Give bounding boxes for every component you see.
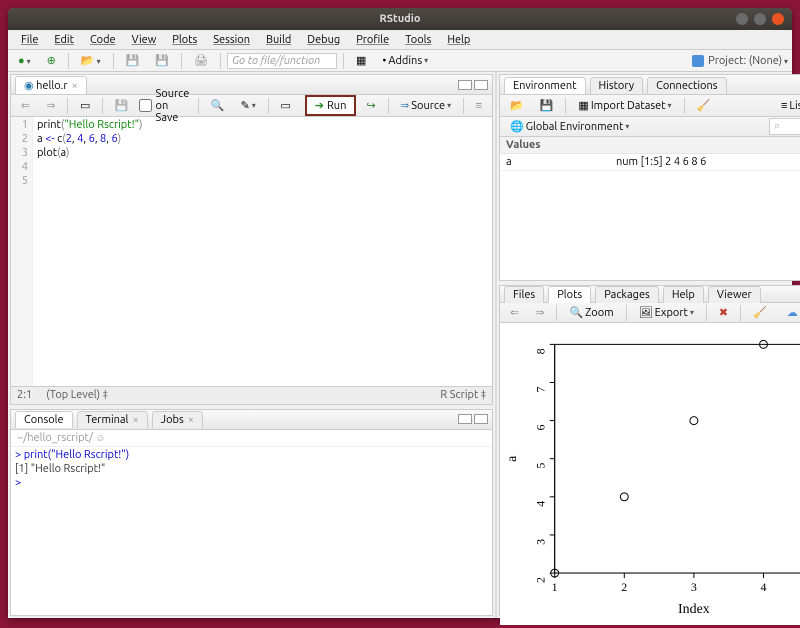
save-source-button[interactable]: 💾 [109, 96, 135, 115]
svg-text:4: 4 [534, 501, 548, 507]
source-on-save-checkbox[interactable] [139, 99, 152, 112]
print-button[interactable]: 🖨 [188, 51, 214, 70]
main-toolbar: ● ⊕ 📂 💾 💾 🖨 Go to file/function ▦ • Addi… [8, 50, 792, 72]
addins-button[interactable]: • Addins [376, 52, 434, 70]
clear-plots-button[interactable]: 🧹 [747, 303, 773, 322]
prev-plot-button[interactable]: ⇐ [504, 303, 525, 322]
terminal-tab[interactable]: Terminal× [77, 411, 148, 428]
jobs-tab[interactable]: Jobs× [152, 411, 203, 428]
save-button[interactable]: 💾 [120, 51, 146, 70]
forward-button[interactable]: ⇒ [40, 96, 61, 115]
file-type-label[interactable]: R Script ‡ [440, 389, 486, 401]
environment-tab[interactable]: Environment [504, 77, 586, 94]
menu-plots[interactable]: Plots [165, 32, 204, 48]
svg-text:3: 3 [691, 580, 697, 594]
env-search-input[interactable]: ⌕ [769, 118, 800, 135]
source-dropdown-button[interactable]: ⇒ Source [394, 96, 457, 115]
new-project-button[interactable]: ⊕ [41, 51, 62, 70]
run-arrow-icon: ➔ [315, 99, 324, 112]
plot-area: 123452345678Indexa [500, 323, 800, 624]
svg-text:3: 3 [534, 539, 548, 545]
back-button[interactable]: ⇐ [15, 96, 36, 115]
show-in-new-window-button[interactable]: ▭ [74, 96, 96, 115]
env-scope-button[interactable]: 🌐 Global Environment [504, 117, 635, 136]
svg-text:8: 8 [534, 349, 548, 355]
find-button[interactable]: 🔍 [205, 96, 231, 115]
svg-text:2: 2 [534, 577, 548, 583]
compile-report-button[interactable]: ▭ [274, 96, 296, 115]
minimize-pane-button[interactable] [458, 80, 472, 90]
maximize-pane-button[interactable] [474, 80, 488, 90]
menu-profile[interactable]: Profile [349, 32, 396, 48]
menu-help[interactable]: Help [440, 32, 477, 48]
packages-tab[interactable]: Packages [595, 286, 659, 303]
plots-tab[interactable]: Plots [548, 286, 591, 303]
env-row[interactable]: a num [1:5] 2 4 6 8 6 [500, 154, 800, 171]
menu-debug[interactable]: Debug [300, 32, 347, 48]
files-tab[interactable]: Files [504, 286, 544, 303]
menu-view[interactable]: View [125, 32, 164, 48]
svg-text:7: 7 [534, 387, 548, 393]
menu-tools[interactable]: Tools [398, 32, 438, 48]
open-file-button[interactable]: 📂 [75, 51, 107, 70]
project-icon [692, 55, 704, 67]
window-title: RStudio [8, 13, 792, 25]
close-tab-icon[interactable]: × [72, 80, 78, 92]
svg-text:Index: Index [678, 602, 710, 617]
menu-session[interactable]: Session [206, 32, 257, 48]
run-button[interactable]: ➔Run [305, 95, 357, 116]
svg-text:4: 4 [760, 580, 766, 594]
menubar: File Edit Code View Plots Session Build … [8, 30, 792, 50]
titlebar: RStudio [8, 8, 792, 30]
save-workspace-button[interactable]: 💾 [534, 96, 560, 115]
list-mode-button[interactable]: ≡ List [775, 97, 800, 115]
load-workspace-button[interactable]: 📂 [504, 96, 530, 115]
next-plot-button[interactable]: ⇒ [529, 303, 550, 322]
wand-button[interactable]: ✎ [235, 96, 262, 115]
working-dir[interactable]: ~/hello_rscript/ ☺ [11, 430, 492, 447]
svg-text:a: a [505, 456, 520, 462]
minimize-pane-button[interactable] [458, 414, 472, 424]
globe-icon: 🌐 [510, 120, 524, 133]
history-tab[interactable]: History [590, 77, 644, 94]
source-tab[interactable]: ◉ hello.r× [15, 76, 87, 94]
svg-text:5: 5 [534, 463, 548, 469]
connections-tab[interactable]: Connections [647, 77, 726, 94]
code-editor[interactable]: 1 2 3 4 5 print("Hello Rscript!") a <- c… [11, 117, 492, 386]
maximize-pane-button[interactable] [474, 414, 488, 424]
values-header: Values [500, 137, 800, 154]
r-file-icon: ◉ [24, 80, 34, 92]
menu-build[interactable]: Build [259, 32, 298, 48]
svg-text:2: 2 [621, 580, 627, 594]
grid-button[interactable]: ▦ [350, 51, 372, 70]
goto-input[interactable]: Go to file/function [227, 53, 337, 69]
project-menu[interactable]: Project: (None) [708, 55, 788, 67]
menu-code[interactable]: Code [83, 32, 123, 48]
scope-label[interactable]: (Top Level) ‡ [46, 389, 108, 401]
publish-button[interactable]: ☁ [781, 303, 800, 322]
svg-text:1: 1 [552, 580, 558, 594]
export-button[interactable]: 🖼 Export [633, 303, 700, 322]
import-dataset-button[interactable]: ▦ Import Dataset [572, 96, 677, 115]
console-output[interactable]: > print("Hello Rscript!") [1] "Hello Rsc… [11, 447, 492, 615]
save-all-button[interactable]: 💾 [149, 51, 175, 70]
zoom-button[interactable]: 🔍 Zoom [563, 303, 619, 322]
outline-button[interactable]: ≡ [470, 97, 488, 115]
rerun-button[interactable]: ↪ [360, 96, 381, 115]
menu-edit[interactable]: Edit [47, 32, 81, 48]
remove-plot-button[interactable]: ✖ [713, 303, 734, 322]
clear-workspace-button[interactable]: 🧹 [691, 96, 717, 115]
new-file-button[interactable]: ● [12, 52, 37, 70]
help-tab[interactable]: Help [663, 286, 704, 303]
console-tab[interactable]: Console [15, 411, 73, 428]
menu-file[interactable]: File [14, 32, 45, 48]
svg-text:6: 6 [534, 425, 548, 431]
viewer-tab[interactable]: Viewer [708, 286, 761, 303]
cursor-position: 2:1 [17, 389, 32, 401]
